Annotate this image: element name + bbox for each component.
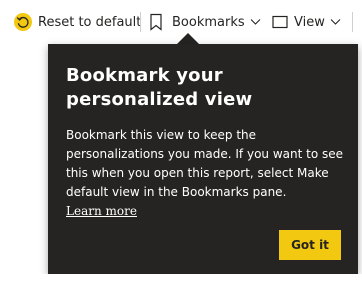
toolbar-divider (140, 12, 141, 32)
bookmark-teaching-callout: Bookmark your personalized view Bookmark… (48, 44, 358, 274)
callout-beak (177, 33, 199, 44)
callout-body: Bookmark this view to keep the personali… (66, 128, 344, 199)
chevron-down-icon (250, 18, 261, 26)
toolbar-divider (352, 12, 353, 32)
callout-title: Bookmark your personalized view (66, 65, 253, 110)
bookmark-icon (149, 13, 163, 31)
learn-more-link[interactable]: Learn more (66, 202, 137, 221)
view-dropdown[interactable]: View (272, 7, 341, 37)
view-label: View (294, 14, 325, 30)
bookmarks-label: Bookmarks (172, 14, 245, 30)
chevron-down-icon (330, 18, 341, 26)
reset-to-default-label: Reset to default (38, 14, 142, 30)
view-icon (272, 15, 288, 29)
bookmarks-dropdown[interactable]: Bookmarks (149, 7, 261, 37)
background-strip (0, 274, 362, 282)
got-it-button[interactable]: Got it (279, 230, 341, 260)
reset-arrow-icon (13, 12, 33, 32)
reset-to-default-button[interactable]: Reset to default (13, 7, 141, 37)
